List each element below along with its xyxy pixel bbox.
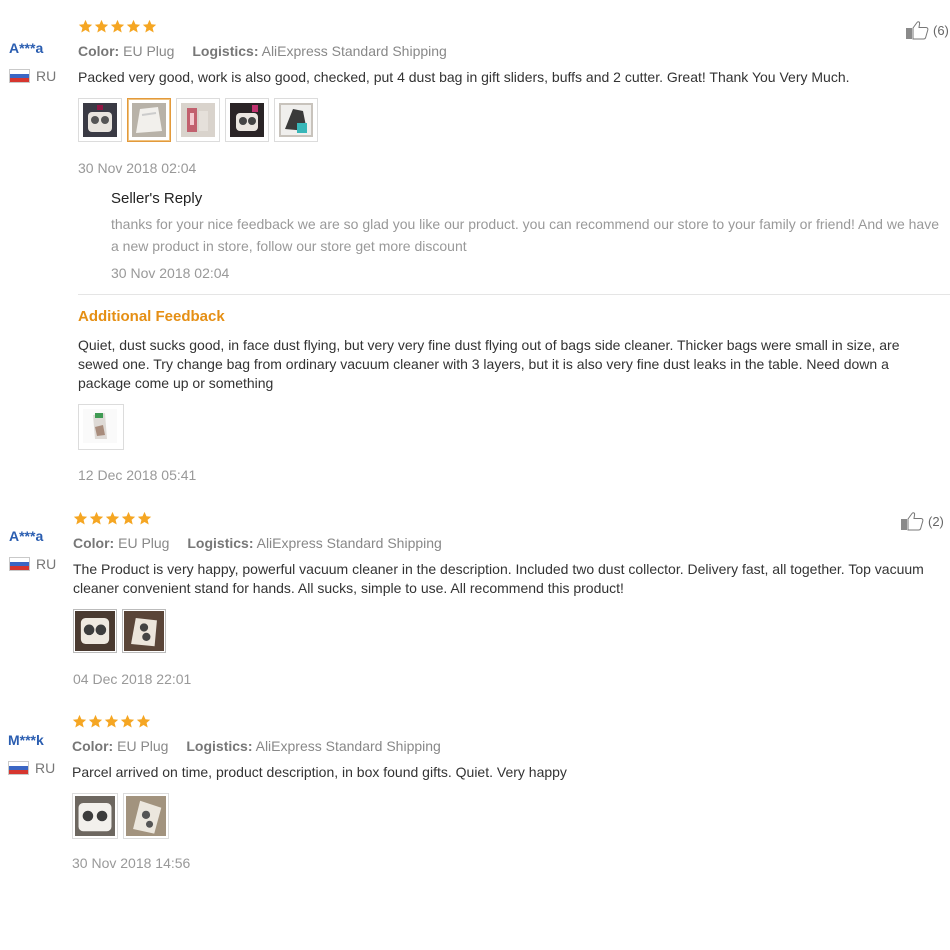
additional-feedback-date: 12 Dec 2018 05:41: [78, 467, 197, 483]
star-rating: [78, 19, 157, 35]
star-icon: [105, 511, 120, 526]
additional-feedback-text: Quiet, dust sucks good, in face dust fly…: [78, 337, 900, 391]
review-item: A***a RU (2) Color: EU Plug Logistics: A…: [0, 500, 950, 700]
color-label: Color:: [72, 738, 114, 754]
star-icon: [89, 511, 104, 526]
review-photo-thumbnail[interactable]: [78, 98, 122, 142]
color-value: EU Plug: [123, 43, 175, 59]
reviewer-country: RU: [9, 556, 56, 572]
order-info: Color: EU Plug Logistics: AliExpress Sta…: [78, 43, 447, 59]
star-icon: [94, 19, 109, 34]
review-photo-thumbnail[interactable]: [73, 609, 117, 653]
review-date: 04 Dec 2018 22:01: [73, 671, 192, 687]
russia-flag-icon: [9, 557, 30, 571]
star-icon: [78, 19, 93, 34]
logistics-value: AliExpress Standard Shipping: [255, 738, 441, 754]
color-label: Color:: [78, 43, 120, 59]
review-photo-thumbnail[interactable]: [123, 793, 169, 839]
review-photo-thumbnail[interactable]: [78, 404, 124, 450]
color-label: Color:: [73, 535, 115, 551]
review-photos: [73, 609, 166, 653]
helpful-count: (6): [933, 22, 949, 38]
helpful-button[interactable]: (6): [905, 20, 949, 40]
helpful-count: (2): [928, 513, 944, 529]
star-icon: [121, 511, 136, 526]
reviewer-country: RU: [8, 760, 55, 776]
reviewer-name[interactable]: A***a: [9, 528, 43, 544]
review-date: 30 Nov 2018 14:56: [72, 855, 191, 871]
color-value: EU Plug: [118, 535, 170, 551]
country-code: RU: [36, 68, 57, 84]
order-info: Color: EU Plug Logistics: AliExpress Sta…: [73, 535, 442, 551]
review-text: The Product is very happy, powerful vacu…: [73, 561, 924, 596]
logistics-label: Logistics:: [186, 738, 253, 754]
review-photo-thumbnail[interactable]: [72, 793, 118, 839]
russia-flag-icon: [8, 761, 29, 775]
star-icon: [136, 714, 151, 729]
review-item: A***a RU (6) Color: EU Plug Logistics: A…: [0, 0, 950, 500]
star-icon: [104, 714, 119, 729]
reviewer-country: RU: [9, 68, 56, 84]
star-icon: [126, 19, 141, 34]
review-photo-thumbnail[interactable]: [225, 98, 269, 142]
review-photo-thumbnail[interactable]: [274, 98, 318, 142]
star-icon: [72, 714, 87, 729]
review-date: 30 Nov 2018 02:04: [78, 160, 197, 176]
star-icon: [137, 511, 152, 526]
thumbs-up-icon: [905, 20, 929, 40]
star-icon: [120, 714, 135, 729]
logistics-label: Logistics:: [187, 535, 254, 551]
review-photos: [78, 98, 318, 142]
additional-photos: [78, 404, 124, 450]
review-item: M***k RU Color: EU Plug Logistics: AliEx…: [0, 700, 950, 900]
review-photos: [72, 793, 169, 839]
seller-reply-date: 30 Nov 2018 02:04: [111, 265, 230, 281]
star-rating: [73, 511, 152, 527]
star-icon: [73, 511, 88, 526]
russia-flag-icon: [9, 69, 30, 83]
review-photo-thumbnail[interactable]: [176, 98, 220, 142]
review-photo-thumbnail[interactable]: [122, 609, 166, 653]
seller-reply-text: thanks for your nice feedback we are so …: [111, 216, 939, 254]
reviewer-name[interactable]: A***a: [9, 40, 43, 56]
country-code: RU: [36, 556, 57, 572]
additional-feedback-title: Additional Feedback: [78, 308, 225, 325]
logistics-value: AliExpress Standard Shipping: [256, 535, 442, 551]
review-text: Parcel arrived on time, product descript…: [72, 764, 567, 780]
color-value: EU Plug: [117, 738, 169, 754]
order-info: Color: EU Plug Logistics: AliExpress Sta…: [72, 738, 441, 754]
star-icon: [142, 19, 157, 34]
section-divider: [78, 294, 950, 295]
star-icon: [88, 714, 103, 729]
seller-reply-title: Seller's Reply: [111, 190, 203, 207]
star-rating: [72, 714, 151, 730]
logistics-value: AliExpress Standard Shipping: [261, 43, 447, 59]
helpful-button[interactable]: (2): [900, 511, 944, 531]
review-photo-thumbnail[interactable]: [127, 98, 171, 142]
reviewer-name[interactable]: M***k: [8, 732, 44, 748]
thumbs-up-icon: [900, 511, 924, 531]
country-code: RU: [35, 760, 56, 776]
logistics-label: Logistics:: [192, 43, 259, 59]
review-text: Packed very good, work is also good, che…: [78, 69, 850, 85]
star-icon: [110, 19, 125, 34]
